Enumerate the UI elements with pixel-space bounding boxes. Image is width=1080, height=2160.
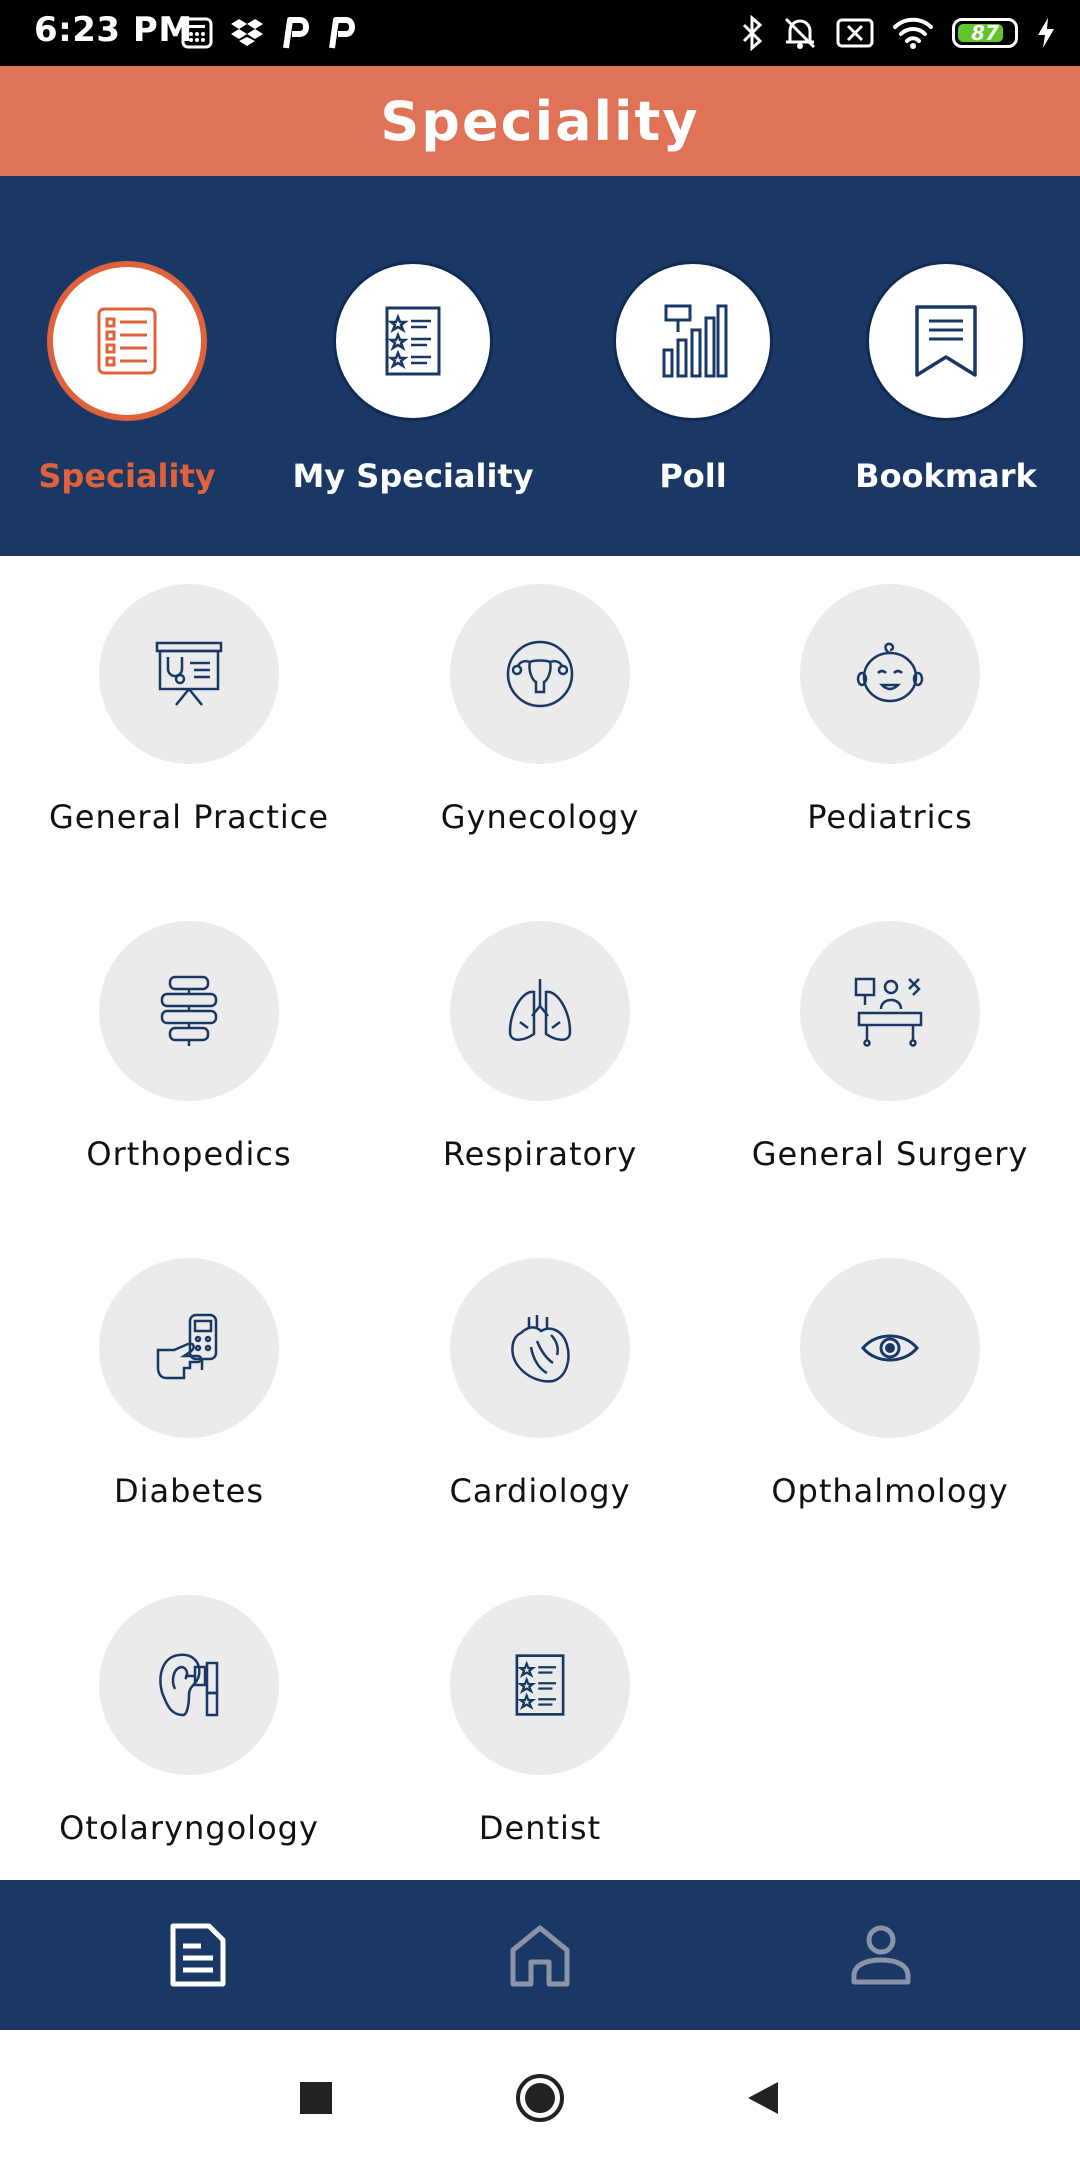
speciality-icon-circle [450,584,630,764]
speciality-otolaryngology[interactable]: Otolaryngology [19,1595,359,1847]
speciality-icon-circle [450,921,630,1101]
calculator-icon [181,17,213,49]
speciality-icon-circle [800,1258,980,1438]
speciality-icon-circle [450,1595,630,1775]
square-icon [300,2082,332,2114]
speciality-gynecology[interactable]: Gynecology [370,584,710,836]
speciality-label: Dentist [478,1809,602,1847]
nav-document[interactable] [158,1915,238,1995]
speciality-opthalmology[interactable]: Opthalmology [720,1258,1060,1510]
speciality-icon-circle [450,1258,630,1438]
glucometer-icon [156,1313,218,1380]
home-icon [510,1925,570,1987]
page-title: Speciality [380,89,700,153]
speciality-label: General Surgery [751,1135,1029,1173]
speciality-icon-circle [800,921,980,1101]
circle-icon [516,2074,564,2122]
home-button[interactable] [512,2070,568,2126]
list-document-icon [97,307,157,375]
tab-label: My Speciality [292,457,534,495]
bar-chart-icon [662,304,728,378]
speciality-icon-circle [99,1258,279,1438]
tab-bookmark[interactable]: Bookmark [806,261,1080,495]
speciality-grid: General Practice Gynecology Pediatrics O… [0,556,1080,1880]
speciality-label: Orthopedics [86,1135,292,1173]
star-list-icon [385,306,441,376]
spine-icon [160,975,218,1046]
bell-muted-icon [784,17,816,49]
tab-label: Bookmark [855,457,1037,495]
speciality-label: Gynecology [440,798,640,836]
speciality-dentist[interactable]: Dentist [370,1595,710,1847]
status-left-icons [180,14,356,52]
status-bar: 6:23 PM 87 [0,0,1080,66]
status-time: 6:23 PM [34,10,193,50]
eye-icon [861,1334,919,1362]
system-nav [0,2030,1080,2160]
tab-icon-circle [333,261,493,421]
speciality-general-practice[interactable]: General Practice [19,584,359,836]
speciality-label: Respiratory [442,1135,638,1173]
status-right-icons: 87 [740,12,1056,54]
surgery-icon [854,977,923,1047]
star-list-icon [515,1654,565,1716]
title-bar: Speciality [0,66,1080,176]
nav-home[interactable] [500,1915,580,1995]
speciality-pediatrics[interactable]: Pediatrics [720,584,1060,836]
baby-face-icon [856,642,924,703]
tab-icon-circle [866,261,1026,421]
bluetooth-icon [742,15,763,51]
tab-label: Poll [659,457,727,495]
lungs-icon [508,979,572,1041]
tab-my-speciality[interactable]: My Speciality [273,261,553,495]
document-icon [170,1923,226,1987]
back-button[interactable] [734,2070,790,2126]
tab-speciality[interactable]: Speciality [0,261,267,495]
speciality-cardiology[interactable]: Cardiology [370,1258,710,1510]
speciality-icon-circle [800,584,980,764]
nav-profile[interactable] [841,1915,921,1995]
bookmark-icon [915,305,977,377]
heart-icon [511,1315,570,1383]
speciality-icon-circle [99,1595,279,1775]
profile-icon [851,1925,911,1985]
tab-label: Speciality [38,457,216,495]
sim-off-icon [836,18,874,48]
uterus-icon [506,640,574,708]
recents-button[interactable] [288,2070,344,2126]
speciality-label: Pediatrics [807,798,973,836]
p-app-icon [283,17,309,49]
top-tabs: Speciality My Speciality Poll Bookmark [0,176,1080,556]
ear-otoscope-icon [159,1653,219,1717]
speciality-diabetes[interactable]: Diabetes [19,1258,359,1510]
speciality-label: Diabetes [113,1472,265,1510]
battery-level: 87 [971,21,999,45]
p-app-icon [329,17,355,49]
speciality-label: Otolaryngology [59,1809,319,1847]
charging-icon [1038,18,1054,48]
speciality-label: General Practice [48,798,330,836]
triangle-back-icon [748,2082,778,2114]
speciality-icon-circle [99,584,279,764]
presentation-stethoscope-icon [155,641,223,706]
battery-icon: 87 [952,18,1018,48]
dropbox-icon [231,19,263,46]
speciality-icon-circle [99,921,279,1101]
tab-icon-circle [613,261,773,421]
speciality-label: Cardiology [449,1472,631,1510]
speciality-respiratory[interactable]: Respiratory [370,921,710,1173]
wifi-icon [893,17,933,49]
tab-poll[interactable]: Poll [553,261,833,495]
speciality-orthopedics[interactable]: Orthopedics [19,921,359,1173]
bottom-nav [0,1880,1080,2030]
speciality-general-surgery[interactable]: General Surgery [720,921,1060,1173]
tab-icon-circle [47,261,207,421]
speciality-label: Opthalmology [771,1472,1009,1510]
